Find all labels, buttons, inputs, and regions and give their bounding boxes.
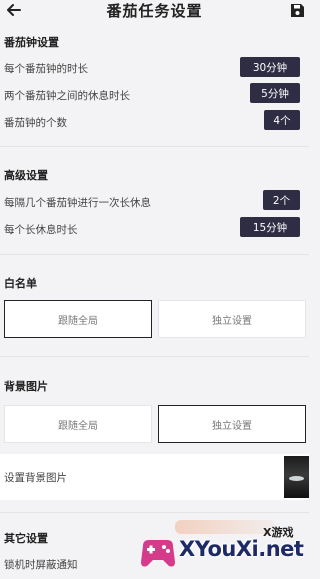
save-icon	[290, 3, 304, 17]
save-button[interactable]	[288, 1, 306, 19]
background-thumbnail[interactable]	[284, 456, 309, 498]
set-background-label: 设置背景图片	[4, 472, 67, 484]
section-divider	[0, 512, 309, 513]
pomodoro-count-value[interactable]: 4个	[264, 110, 300, 130]
whitelist-section-title: 白名单	[4, 277, 37, 290]
background-section-title: 背景图片	[4, 380, 48, 393]
pomodoro-duration-label: 每个番茄钟的时长	[4, 63, 88, 75]
pomodoro-section-title: 番茄钟设置	[4, 36, 59, 49]
page-title: 番茄任务设置	[106, 1, 203, 20]
site-watermark: X游戏 XYouXi.net	[135, 518, 309, 579]
watermark-main-text: XYouXi.net	[179, 537, 304, 561]
back-button[interactable]	[3, 0, 25, 20]
top-bar: 番茄任务设置	[0, 0, 309, 20]
section-divider	[0, 356, 309, 357]
watermark-blur	[175, 520, 275, 534]
other-section-title: 其它设置	[4, 532, 48, 545]
long-break-interval-value[interactable]: 2个	[263, 190, 300, 210]
background-follow-global-option[interactable]: 跟随全局	[4, 405, 152, 443]
set-background-row[interactable]: 设置背景图片	[0, 454, 309, 500]
long-break-duration-label: 每个长休息时长	[4, 224, 78, 236]
task-settings-screen: 番茄任务设置 番茄钟设置 每个番茄钟的时长 30分钟 两个番茄钟之间的休息时长 …	[0, 0, 309, 579]
pomodoro-duration-value[interactable]: 30分钟	[240, 57, 300, 77]
gamepad-logo-icon	[141, 540, 175, 567]
long-break-interval-label: 每隔几个番茄钟进行一次长休息	[4, 197, 151, 209]
break-duration-label: 两个番茄钟之间的休息时长	[4, 90, 130, 102]
section-divider	[0, 146, 309, 147]
back-arrow-icon	[7, 4, 21, 16]
block-notifications-label: 锁机时屏蔽通知	[4, 559, 78, 571]
section-divider	[0, 254, 309, 255]
background-independent-option[interactable]: 独立设置	[158, 405, 306, 443]
advanced-section-title: 高级设置	[4, 169, 48, 182]
break-duration-value[interactable]: 5分钟	[250, 83, 300, 103]
whitelist-follow-global-option[interactable]: 跟随全局	[4, 300, 152, 338]
pomodoro-count-label: 番茄钟的个数	[4, 117, 67, 129]
whitelist-independent-option[interactable]: 独立设置	[158, 300, 306, 338]
long-break-duration-value[interactable]: 15分钟	[240, 217, 300, 237]
